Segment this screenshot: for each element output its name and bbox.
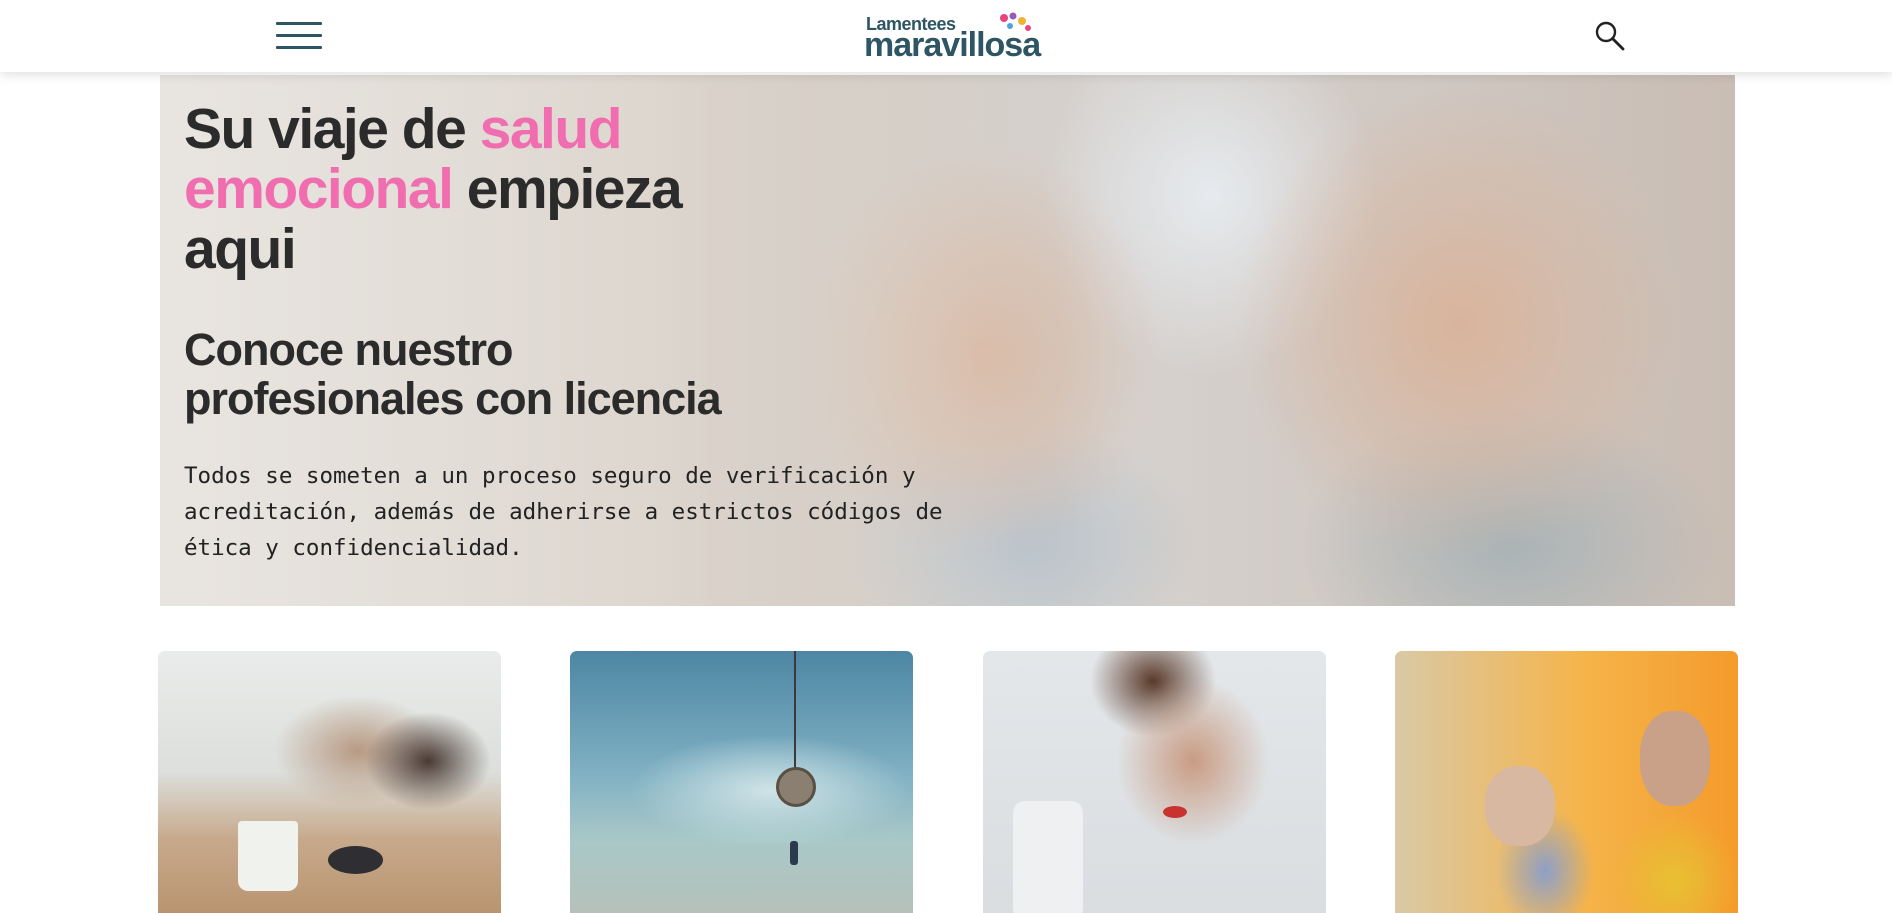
hero-subtitle: Conoce nuestro profesionales con licenci… xyxy=(184,324,722,424)
search-icon[interactable] xyxy=(1594,20,1626,52)
hero-banner: Su viaje de salud emocional empieza aqui… xyxy=(160,75,1735,606)
hero-title: Su viaje de salud emocional empieza aqui xyxy=(184,97,683,281)
site-logo[interactable]: Lamentees maravillosa xyxy=(864,12,1060,64)
article-card-image[interactable] xyxy=(570,651,913,913)
article-card-image[interactable] xyxy=(1395,651,1738,913)
hero-description: Todos se someten a un proceso seguro de … xyxy=(184,463,943,561)
article-card-image[interactable] xyxy=(983,651,1326,913)
hamburger-menu-icon[interactable] xyxy=(276,22,322,50)
article-card-image[interactable] xyxy=(158,651,501,913)
site-header: Lamentees maravillosa xyxy=(0,0,1892,72)
logo-dots-icon xyxy=(1000,12,1031,31)
